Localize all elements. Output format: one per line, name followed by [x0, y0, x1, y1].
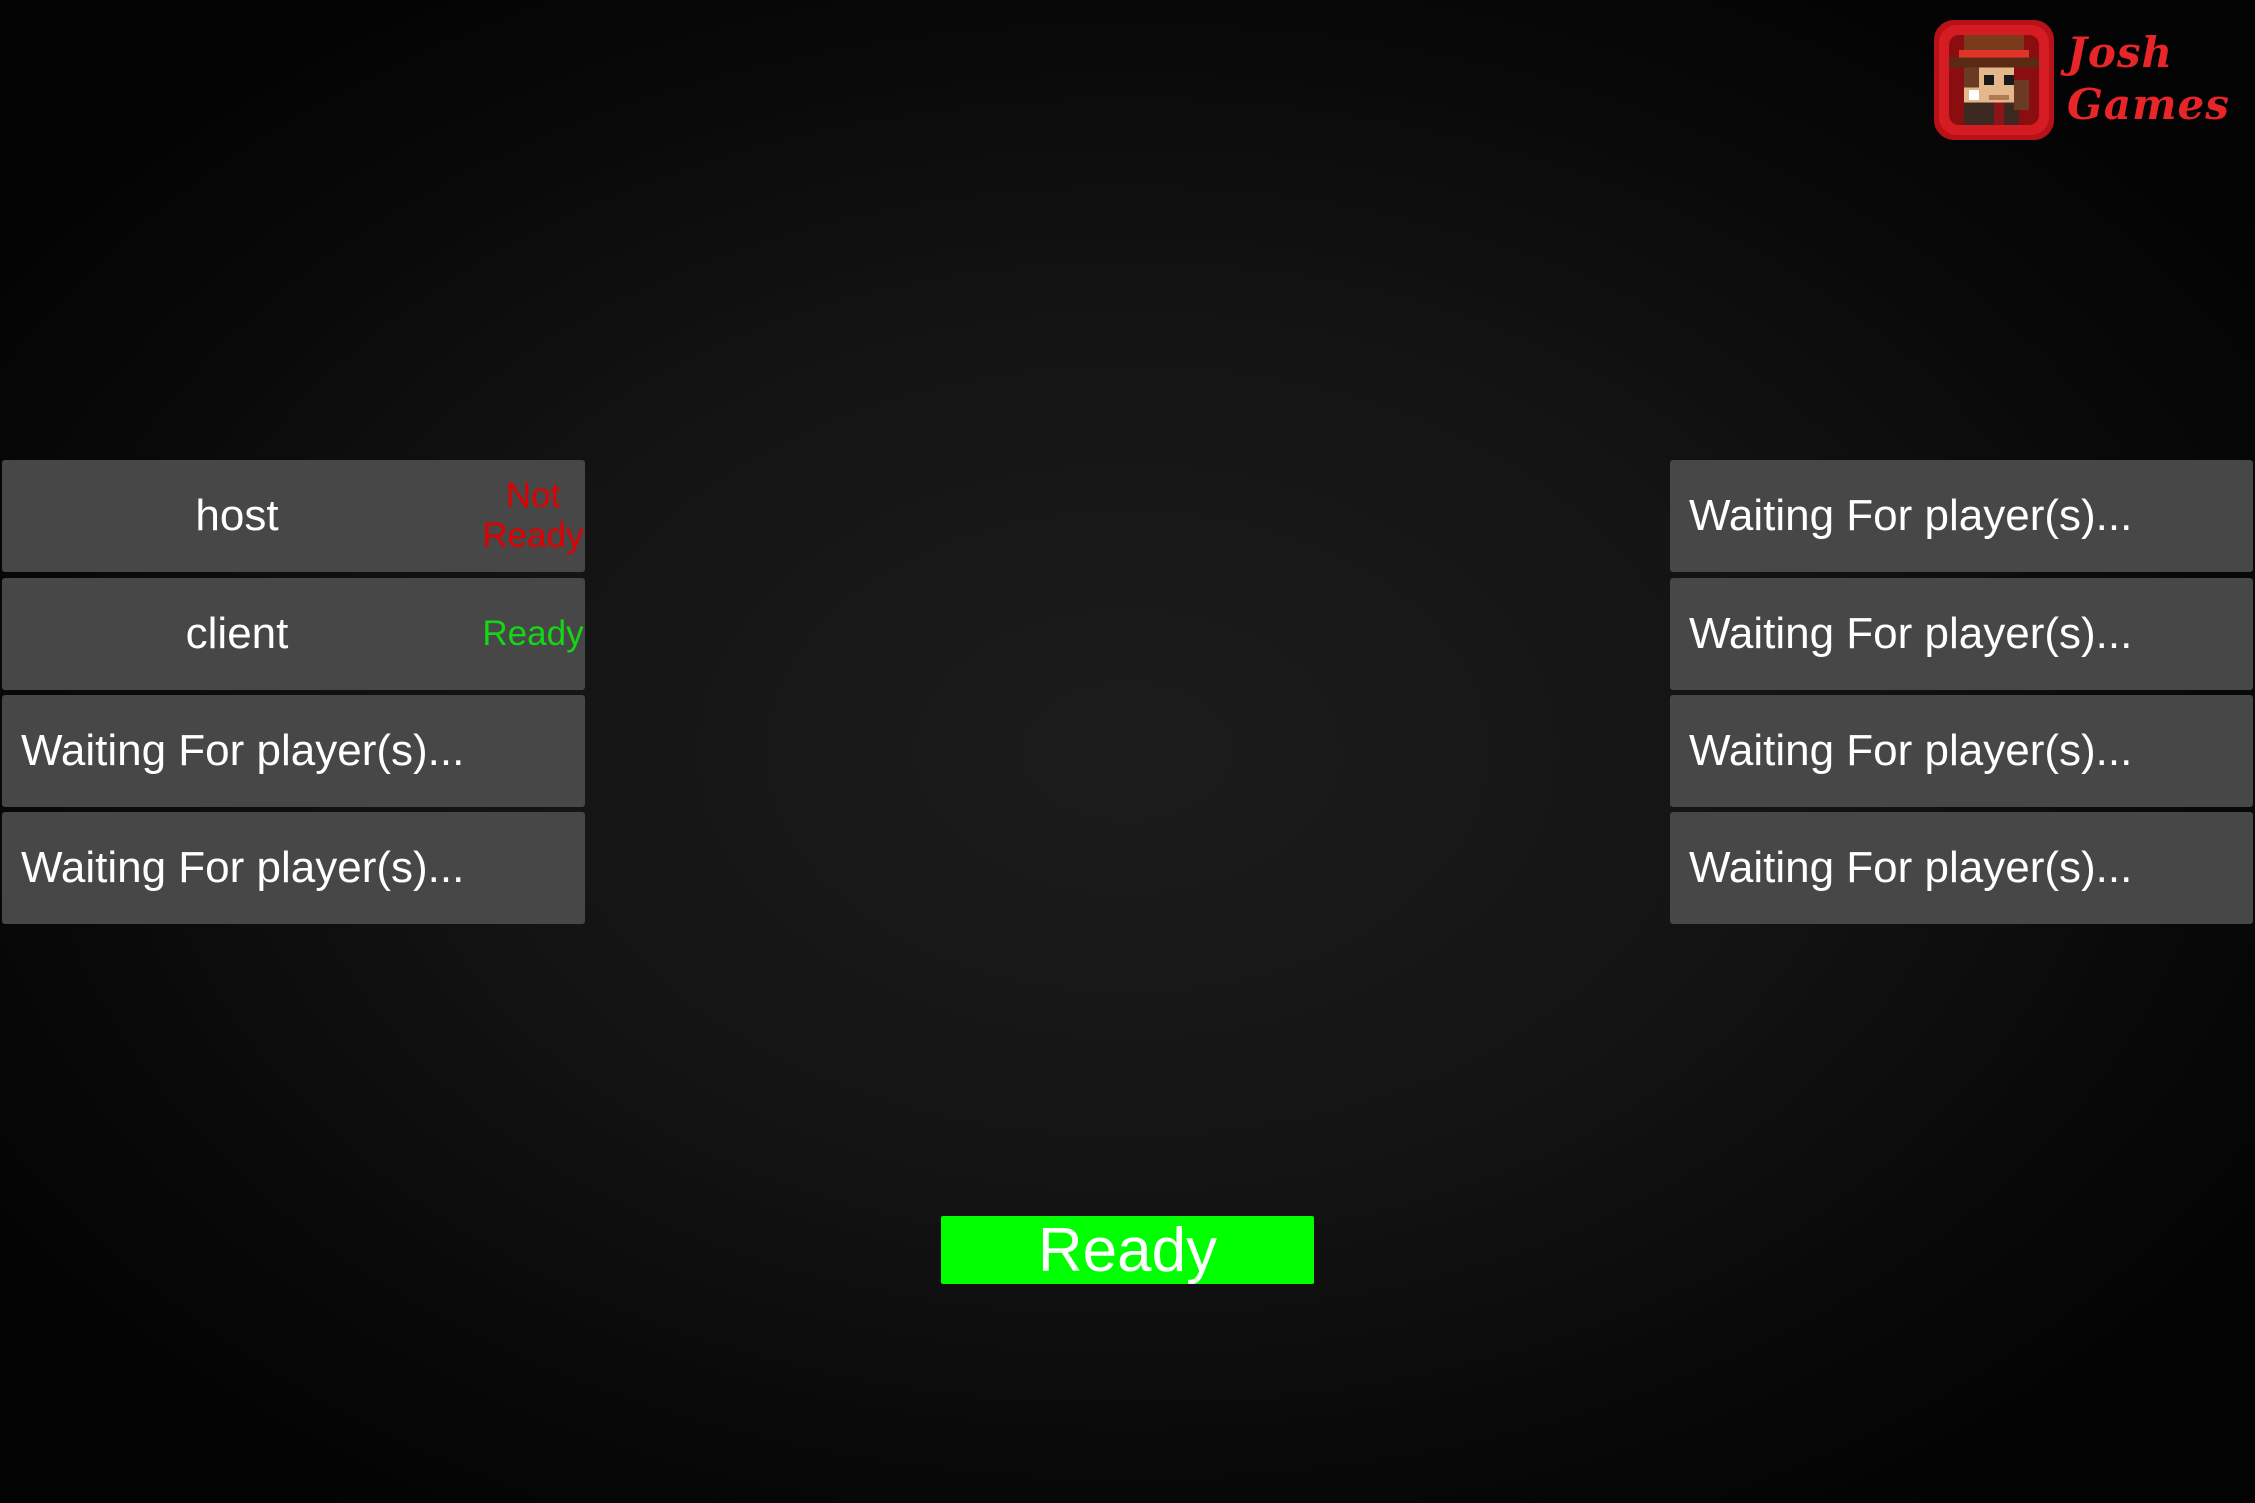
player-slot-client: client Ready — [2, 578, 585, 690]
player-name: host — [195, 491, 279, 540]
empty-player-slot: Waiting For player(s)... — [2, 695, 585, 807]
empty-player-slot: Waiting For player(s)... — [1670, 695, 2253, 807]
status-word: Ready — [482, 516, 584, 555]
status-word: Ready — [482, 614, 584, 653]
player-name: client — [185, 609, 289, 658]
pixel-adventurer-icon — [1934, 20, 2054, 140]
empty-player-slot: Waiting For player(s)... — [1670, 460, 2253, 572]
logo-text-josh: Josh — [2067, 28, 2174, 77]
empty-player-slot: Waiting For player(s)... — [2, 812, 585, 924]
player-slot-host: host Not Ready — [2, 460, 585, 572]
player-status-not-ready: Not Ready — [468, 460, 598, 572]
player-status-ready: Ready — [468, 578, 598, 690]
ready-button[interactable]: Ready — [941, 1216, 1314, 1285]
empty-player-slot: Waiting For player(s)... — [1670, 812, 2253, 924]
status-word: Not — [505, 476, 561, 515]
empty-player-slot: Waiting For player(s)... — [1670, 578, 2253, 690]
logo-text-games: Games — [2067, 80, 2230, 129]
josh-games-logo: Josh Games — [1934, 20, 2234, 140]
